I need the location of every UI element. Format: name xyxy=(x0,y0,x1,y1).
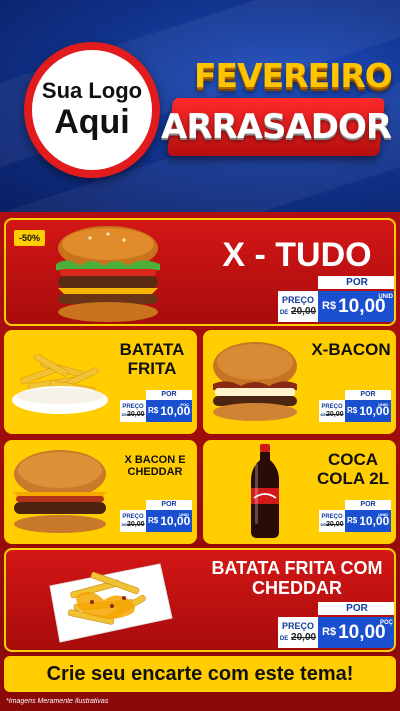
product-card-x-bacon-cheddar: X BACON E CHEDDAR POR PREÇO DE20,00 R$ 1… xyxy=(4,440,197,544)
logo-line-1: Sua Logo xyxy=(41,78,143,103)
price-value: 10,00 xyxy=(338,622,386,643)
price-currency: R$ xyxy=(322,300,337,312)
disclaimer-footnote: *Imagens Meramente Ilustrativas xyxy=(6,698,109,705)
price-unit: UNID xyxy=(378,294,393,300)
price-label: PREÇO xyxy=(281,295,314,305)
price-old: PREÇO DE20,00 xyxy=(120,400,146,422)
cta-banner: Crie seu encarte com este tema! xyxy=(4,656,396,692)
price-old: PREÇO DE 20,00 xyxy=(278,617,318,648)
price-de-label: DE xyxy=(279,310,289,316)
price-unit: POÇ xyxy=(379,620,393,626)
price-currency: R$ xyxy=(347,406,358,415)
price-new: R$ 10,00 POÇ xyxy=(318,617,394,648)
price-unit: UNID xyxy=(378,512,388,517)
price-label: PREÇO xyxy=(122,514,144,520)
burger-icon xyxy=(14,450,106,533)
product-card-batata-frita: BATATA FRITA POR PREÇO DE20,00 R$ 10,00 … xyxy=(4,330,197,434)
product-card-x-tudo: -50% X - TUDO POR PREÇO DE 20,00 R$ 10,0… xyxy=(4,218,396,326)
discount-badge: -50% xyxy=(14,230,46,246)
price-de-label: DE xyxy=(279,636,289,642)
price-old: PREÇO DE20,00 xyxy=(319,400,345,422)
price-tag: POR PREÇO DE20,00 R$ 10,00 UNID xyxy=(120,500,192,532)
price-old: PREÇO DE20,00 xyxy=(319,510,345,532)
price-old: PREÇO DE20,00 xyxy=(120,510,146,532)
price-tag: POR PREÇO DE20,00 R$ 10,00 UNID xyxy=(319,390,391,422)
old-price-value: 20,00 xyxy=(291,306,317,317)
price-por-label: POR xyxy=(345,500,391,510)
price-currency: R$ xyxy=(148,516,159,525)
price-new: R$ 10,00 UNID xyxy=(318,291,394,322)
price-label: PREÇO xyxy=(321,514,343,520)
price-por-label: POR xyxy=(146,390,192,400)
price-currency: R$ xyxy=(347,516,358,525)
product-name: X - TUDO xyxy=(222,236,372,274)
price-tag: POR PREÇO DE 20,00 R$ 10,00 UNID xyxy=(278,276,394,322)
price-currency: R$ xyxy=(322,626,337,638)
price-currency: R$ xyxy=(148,406,159,415)
old-price-value: 20,00 xyxy=(326,411,344,418)
promo-title-bottom: ARRASADOR xyxy=(160,107,392,147)
old-price-value: 20,00 xyxy=(326,521,344,528)
product-card-batata-cheddar: BATATA FRITA COM CHEDDAR POR PREÇO DE 20… xyxy=(4,548,396,652)
price-unit: UNID xyxy=(378,402,388,407)
price-por-label: POR xyxy=(318,602,394,615)
product-name: BATATA FRITA COM CHEDDAR xyxy=(211,558,383,599)
price-unit: UNID xyxy=(179,512,189,517)
logo-placeholder: Sua Logo Aqui xyxy=(24,42,160,178)
old-price-value: 20,00 xyxy=(291,632,317,643)
promo-title-bottom-box: ARRASADOR xyxy=(161,98,391,156)
header: Sua Logo Aqui FEVEREIRO ARRASADOR xyxy=(0,0,400,212)
product-card-x-bacon: X-BACON POR PREÇO DE20,00 R$ 10,00 UNID xyxy=(203,330,396,434)
product-name: BATATA FRITA xyxy=(119,340,185,379)
price-new: R$ 10,00 POÇ xyxy=(146,400,192,422)
product-card-coca-cola: COCA COLA 2L POR PREÇO DE20,00 R$ 10,00 … xyxy=(203,440,396,544)
price-tag: POR PREÇO DE20,00 R$ 10,00 UNID xyxy=(319,500,391,532)
price-label: PREÇO xyxy=(321,404,343,410)
promo-title-top: FEVEREIRO xyxy=(194,56,393,95)
promo-title: FEVEREIRO ARRASADOR xyxy=(161,56,393,166)
price-tag: POR PREÇO DE20,00 R$ 10,00 POÇ xyxy=(120,390,192,422)
logo-line-2: Aqui xyxy=(54,103,130,141)
price-label: PREÇO xyxy=(281,621,314,631)
price-new: R$ 10,00 UNID xyxy=(345,400,391,422)
fries-icon xyxy=(12,354,108,414)
product-name: X BACON E CHEDDAR xyxy=(124,454,186,479)
burger-icon xyxy=(56,226,160,322)
price-por-label: POR xyxy=(318,276,394,289)
price-new: R$ 10,00 UNID xyxy=(345,510,391,532)
product-name: X-BACON xyxy=(311,340,391,359)
old-price-value: 20,00 xyxy=(127,521,145,528)
price-old: PREÇO DE 20,00 xyxy=(278,291,318,322)
cheddar-fries-icon xyxy=(49,563,173,643)
price-unit: POÇ xyxy=(180,402,189,407)
soda-bottle-icon xyxy=(251,444,279,538)
old-price-value: 20,00 xyxy=(127,411,145,418)
burger-icon xyxy=(213,342,297,421)
price-label: PREÇO xyxy=(122,404,144,410)
price-new: R$ 10,00 UNID xyxy=(146,510,192,532)
price-por-label: POR xyxy=(345,390,391,400)
price-por-label: POR xyxy=(146,500,192,510)
price-tag: POR PREÇO DE 20,00 R$ 10,00 POÇ xyxy=(278,602,394,648)
product-name: COCA COLA 2L xyxy=(316,450,390,489)
